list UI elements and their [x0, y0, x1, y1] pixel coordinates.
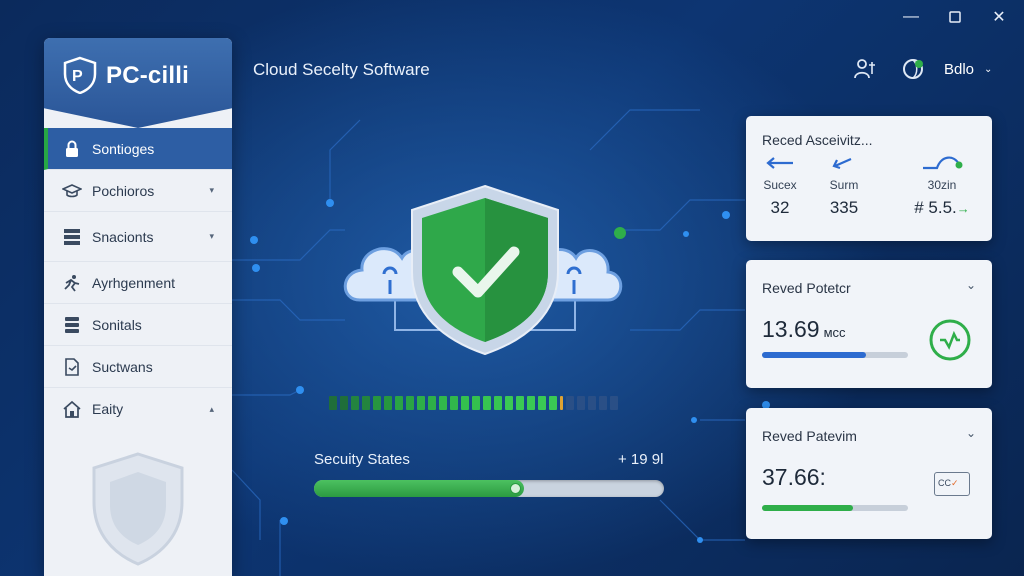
cc-badge-icon: CC✓ — [934, 472, 970, 496]
stat-value: 335 — [829, 198, 859, 217]
stat-label: Sucex — [763, 178, 797, 192]
logo-letter: P — [72, 68, 83, 85]
stat-30zin: 30zin # 5.5.→ — [912, 150, 972, 218]
app-title: Cloud Secelty Software — [253, 60, 430, 79]
sidebar-item-sonitals[interactable]: Sonitals — [44, 304, 232, 346]
card-title: Reced Asceivitz... — [762, 132, 873, 148]
protection-progress-fill — [762, 352, 866, 358]
home-icon — [62, 399, 82, 419]
activity-card: Reced Asceivitz... Sucex 32 Surm 335 30z… — [746, 116, 992, 241]
security-progress-bar — [314, 480, 664, 497]
stat-value: # 5.5.→ — [914, 198, 970, 217]
segmented-progress — [329, 396, 618, 410]
card-title: Reved Potetcr — [762, 280, 851, 296]
sidebar-item-ayrhgenment[interactable]: Ayrhgenment — [44, 262, 232, 304]
sidebar-nav: Sontioges Pochioros ▾ Snacionts ▾ Ayrhge… — [44, 128, 232, 430]
stat-value: 32 — [770, 198, 790, 217]
database-icon — [62, 315, 82, 335]
security-progress-fill — [314, 480, 524, 497]
document-icon — [62, 357, 82, 377]
server-icon — [62, 227, 82, 247]
pulse-check-icon — [929, 319, 971, 361]
patevim-progress-bar — [762, 505, 908, 511]
brand-header: P PC-cilli — [44, 38, 232, 128]
protection-card: Reved Potetcr ⌄ 13.69 мcc — [746, 260, 992, 388]
card-unit: мcc — [823, 325, 846, 340]
stat-surm: Surm 335 — [824, 156, 864, 218]
sidebar-item-label: Suctwans — [92, 358, 153, 375]
sidebar-item-suctwans[interactable]: Suctwans — [44, 346, 232, 388]
card-value: 13.69 мcc — [762, 316, 846, 342]
sidebar: P PC-cilli Sontioges Pochioros ▾ Snacion… — [44, 38, 232, 576]
shield-logo-icon: P — [63, 56, 97, 94]
user-settings-icon[interactable] — [852, 56, 878, 82]
sidebar-item-eaity[interactable]: Eaity ▴ — [44, 388, 232, 430]
window-controls: — ✕ — [900, 6, 1010, 28]
chevron-up-icon: ▴ — [209, 403, 214, 414]
sidebar-item-label: Snacionts — [92, 228, 154, 245]
runner-icon — [62, 273, 82, 293]
brand-name: PC-cilli — [106, 62, 189, 89]
maximize-icon[interactable] — [944, 6, 966, 28]
user-name: Bdlo — [944, 61, 975, 78]
arrow-down-left-icon — [824, 156, 864, 174]
gauge-icon — [912, 150, 972, 174]
chevron-down-icon: ⌄ — [984, 64, 993, 75]
cloud-shield-illustration — [343, 184, 623, 356]
chevron-down-icon: ▾ — [209, 185, 214, 195]
lock-icon — [62, 139, 82, 159]
security-status-label: Secuity States — [314, 451, 410, 468]
sidebar-item-label: Eaity — [92, 401, 124, 417]
card-title: Reved Patevim — [762, 428, 857, 444]
globe-shield-icon[interactable] — [900, 56, 926, 82]
sidebar-item-label: Sontioges — [92, 140, 155, 157]
card-value: 37.66: — [762, 464, 826, 490]
stat-label: Surm — [829, 178, 859, 192]
sidebar-item-pochioros[interactable]: Pochioros ▾ — [44, 170, 232, 212]
hat-icon — [62, 181, 82, 201]
minimize-icon[interactable]: — — [900, 6, 922, 28]
protection-progress-bar — [762, 352, 908, 358]
sidebar-item-label: Pochioros — [92, 182, 155, 199]
user-menu[interactable]: Bdlo ⌄ — [944, 61, 992, 78]
stat-sucex: Sucex 32 — [760, 156, 800, 218]
sidebar-item-label: Ayrhgenment — [92, 274, 176, 291]
arrow-left-icon — [760, 156, 800, 174]
security-progress-knob[interactable] — [510, 483, 521, 494]
chevron-down-icon: ▾ — [209, 231, 214, 241]
patevim-progress-fill — [762, 505, 853, 511]
stat-label: 30zin — [927, 178, 957, 192]
close-icon[interactable]: ✕ — [988, 6, 1010, 28]
trend-up-icon: → — [956, 201, 970, 216]
check-shield-icon — [411, 184, 559, 356]
chevron-down-icon[interactable]: ⌄ — [966, 426, 976, 440]
chevron-down-icon[interactable]: ⌄ — [966, 278, 976, 292]
patevim-card: Reved Patevim ⌄ 37.66: CC✓ — [746, 408, 992, 539]
shield-watermark-icon — [92, 452, 184, 566]
sidebar-item-sontioges[interactable]: Sontioges — [44, 128, 232, 170]
sidebar-item-snacionts[interactable]: Snacionts ▾ — [44, 212, 232, 262]
security-status-value: + 19 9l — [618, 451, 664, 468]
sidebar-item-label: Sonitals — [92, 316, 142, 333]
